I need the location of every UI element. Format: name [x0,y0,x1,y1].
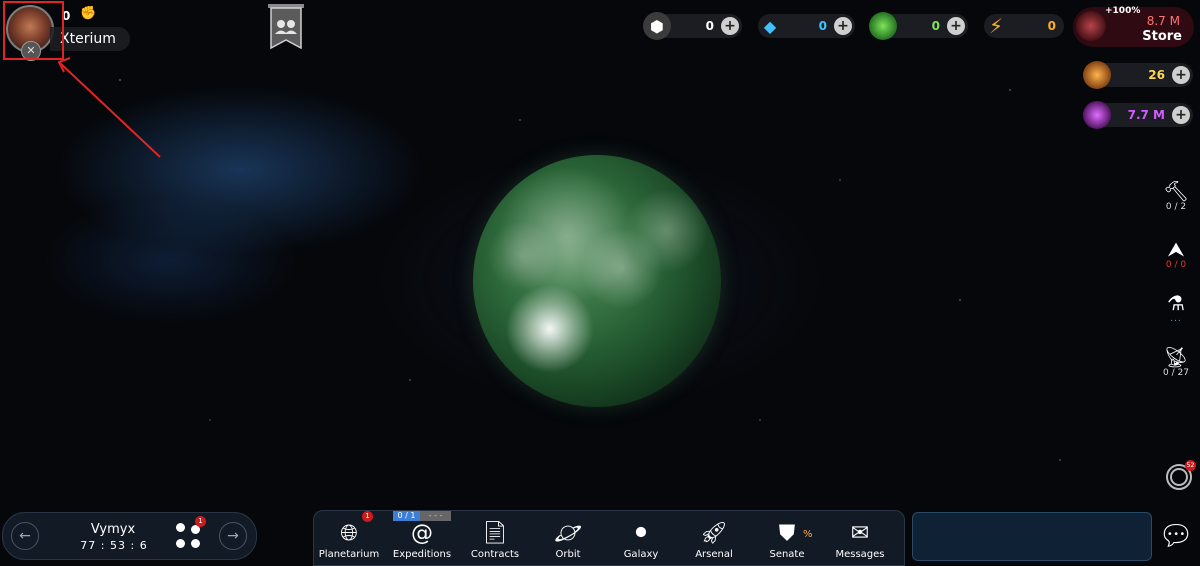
metal-icon: ⬢ [643,12,671,40]
nav-label: Arsenal [695,549,733,560]
currency-value: 7.7 M [1127,108,1165,122]
nav-label: Senate [769,549,805,560]
nav-label: Contracts [470,549,520,560]
resource-deuterium[interactable]: 0 + [869,12,968,40]
crystal-icon: ◆ [763,16,777,36]
energy-icon: ⚡ [988,14,1004,38]
nav-label: Planetarium [318,549,380,560]
deuterium-icon [869,12,897,40]
nav-planetarium[interactable]: 🌐︎ Planetarium [314,521,384,560]
planet-name[interactable]: Vymyx [83,522,143,537]
chat-input[interactable] [912,512,1152,561]
fleet-queue[interactable]: 📡︎ 0 / 27 [1158,346,1194,378]
add-deuterium-button[interactable]: + [947,17,965,35]
nav-label: Expeditions [392,549,452,560]
document-icon: 📄︎ [481,521,509,546]
store-amount: 8.7 M [1146,14,1180,28]
resource-value: 0 [705,19,714,33]
currency-value: 26 [1148,68,1165,82]
resource-value: 0 [818,19,827,33]
satellite-dish-icon: 📡︎ [1163,345,1189,369]
store-icon [1076,11,1106,41]
currency-gold[interactable]: 26 + [1083,61,1193,89]
nav-label: Galaxy [623,549,659,560]
store-button[interactable]: +100% 8.7 M Store [1073,6,1194,47]
dark-matter-icon [1083,101,1111,129]
add-metal-button[interactable]: + [721,17,739,35]
spiral-galaxy-icon: @ [411,521,433,546]
nav-label: Messages [835,549,885,560]
add-dark-matter-button[interactable]: + [1172,106,1190,124]
resource-crystal[interactable]: ◆ 0 + [758,14,855,38]
senate-bonus-indicator: % [803,529,813,540]
nav-label: Orbit [555,549,581,560]
planet-switcher: ← Vymyx 77 : 53 : 6 → [2,512,257,560]
planet-list-badge: 1 [195,516,206,527]
nav-orbit[interactable]: 🪐︎ Orbit [533,521,603,560]
store-bonus: +100% [1105,6,1141,16]
support-badge: 52 [1185,460,1196,471]
resource-value: 0 [1047,19,1056,33]
ship-icon: ⮝ [1167,237,1185,261]
store-label: Store [1142,29,1182,44]
planet-ring-icon: 🪐︎ [554,521,582,546]
network-icon: ⚫︎ [631,521,651,546]
nav-messages[interactable]: ✉ Messages [825,521,895,560]
hammer-icon: 🔨︎ [1163,179,1189,203]
rocket-icon: 🚀︎ [700,521,728,546]
currency-dark-matter[interactable]: 7.7 M + [1083,101,1193,129]
expedition-slots: 0 / 1 [393,511,420,521]
buildings-queue[interactable]: 🔨︎ 0 / 2 [1158,180,1194,212]
next-planet-button[interactable]: → [219,522,247,550]
planet-globe[interactable] [473,155,721,407]
shipyard-queue-count: 0 / 0 [1165,260,1187,270]
globe-icon: 🌐︎ [340,521,358,546]
fleet-queue-count: 0 / 27 [1163,368,1189,378]
shipyard-queue[interactable]: ⮝ 0 / 0 [1158,238,1194,270]
previous-planet-button[interactable]: ← [11,522,39,550]
planet-timer: 77 : 53 : 6 [80,539,148,552]
add-crystal-button[interactable]: + [834,17,852,35]
expedition-status-bar: 0 / 1 - - - [393,511,451,521]
nav-galaxy[interactable]: ⚫︎ Galaxy [606,521,676,560]
nav-senate[interactable]: ⛊ Senate [752,521,822,560]
research-queue[interactable]: ⚗ ... [1158,292,1194,324]
envelope-icon: ✉ [850,521,870,546]
chat-bubble-icon[interactable]: 💬︎ [1152,512,1200,559]
planetarium-badge: 1 [362,511,373,522]
resource-energy[interactable]: ⚡ 0 [984,14,1064,38]
nav-arsenal[interactable]: 🚀︎ Arsenal [679,521,749,560]
research-icon: ⚗ [1167,291,1185,315]
expedition-timer: - - - [420,511,451,521]
resource-metal[interactable]: ⬢ 0 + [643,12,742,40]
annotation-arrow [57,57,161,158]
alliance-banner-icon[interactable] [266,4,306,52]
gold-icon [1083,61,1111,89]
nav-expeditions[interactable]: @ Expeditions [387,521,457,560]
nav-contracts[interactable]: 📄︎ Contracts [460,521,530,560]
research-queue-status: ... [1170,314,1182,324]
add-gold-button[interactable]: + [1172,66,1190,84]
buildings-queue-count: 0 / 2 [1165,202,1187,212]
resource-value: 0 [931,19,940,33]
planet-list-icon[interactable] [176,523,202,549]
